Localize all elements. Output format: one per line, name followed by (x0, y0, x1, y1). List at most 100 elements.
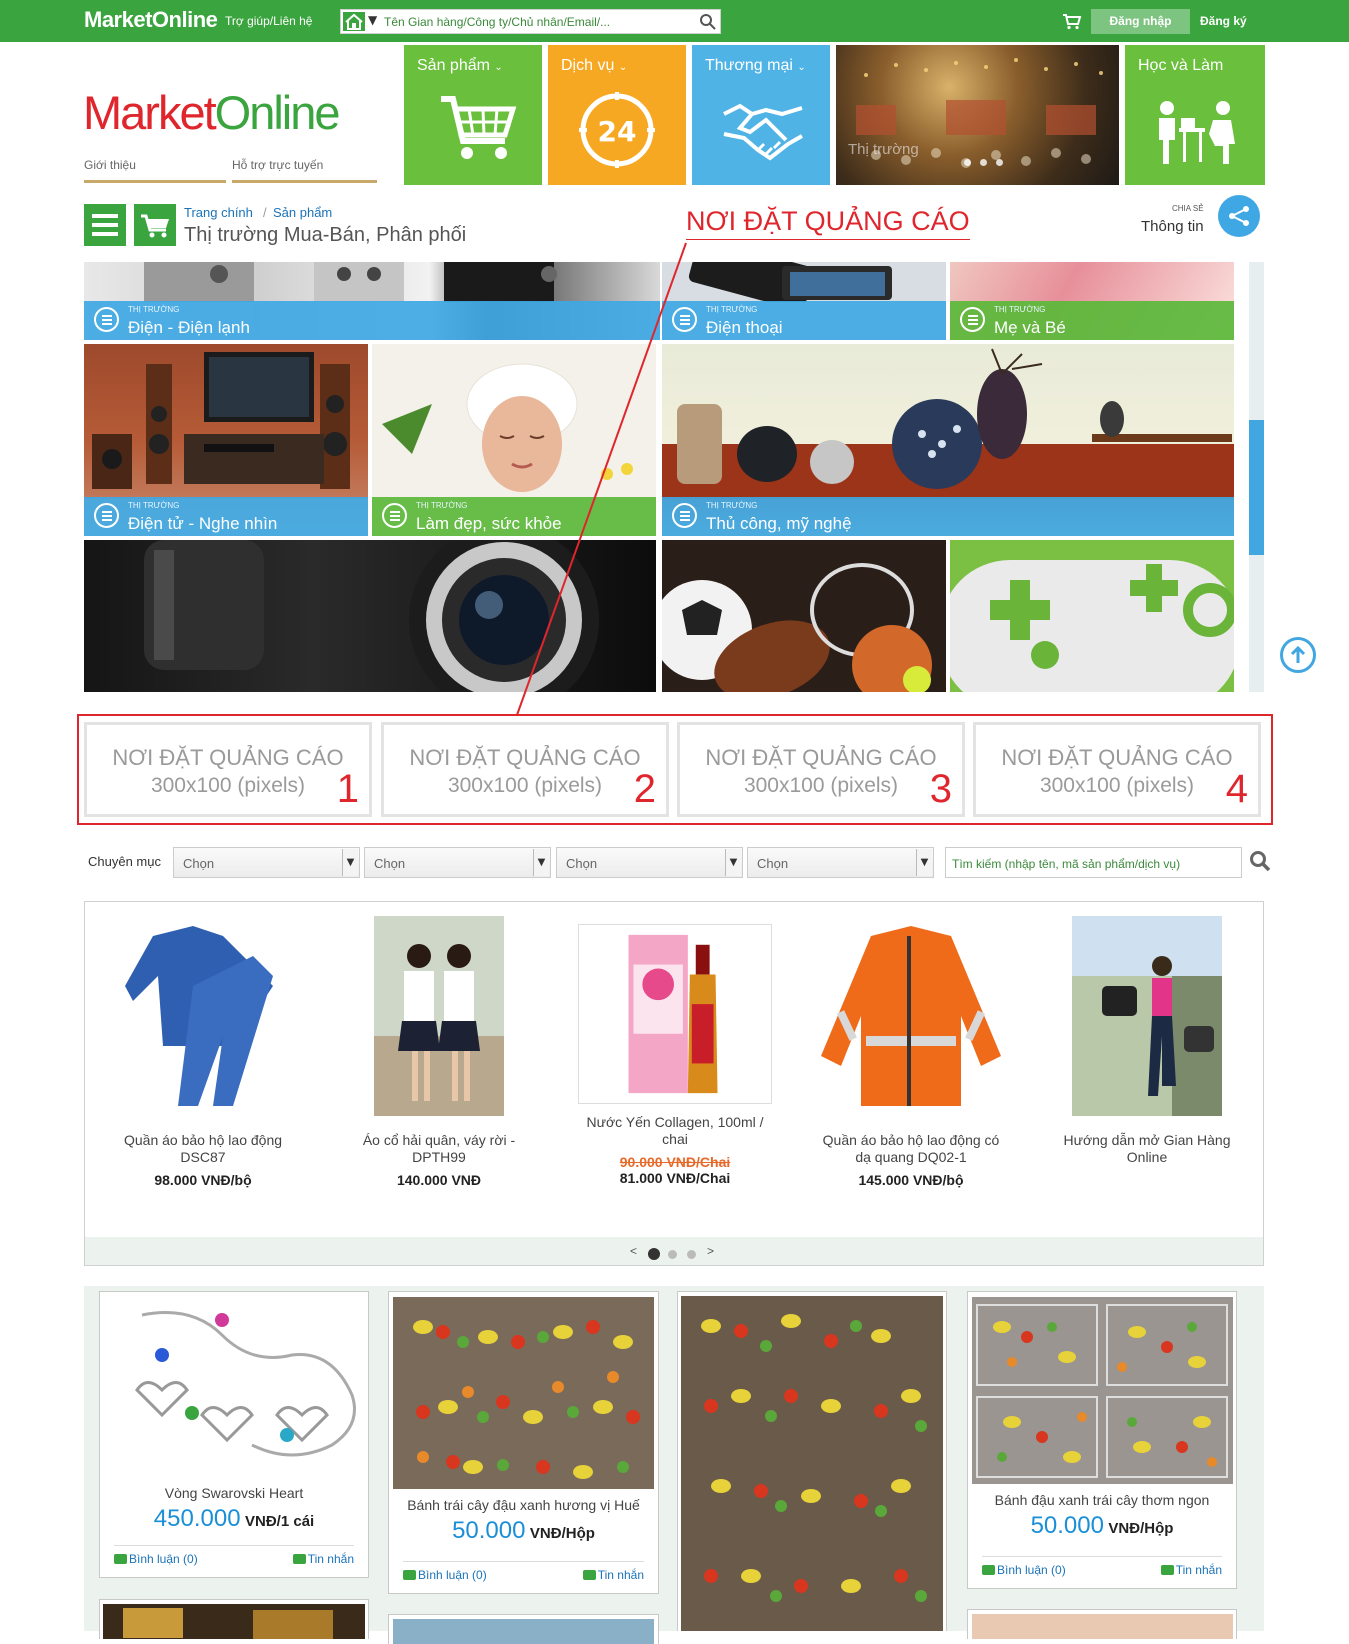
product-image (393, 1297, 654, 1489)
product-image (393, 1619, 654, 1644)
tile-learn-work[interactable]: Học và Làm (1125, 45, 1265, 185)
product-image (971, 1614, 1233, 1639)
slide-dot[interactable] (980, 159, 987, 166)
top-search-input[interactable]: ▼ Tên Gian hàng/Công ty/Chủ nhân/Email/.… (340, 9, 721, 34)
share-button[interactable] (1218, 195, 1260, 237)
site-logo[interactable]: MarketOnline (83, 85, 341, 140)
cart-section-button[interactable] (134, 204, 176, 246)
product-name: Hướng dẫn mở Gian Hàng Online (1063, 1132, 1231, 1165)
comment-link[interactable]: Bình luận (0) (982, 1563, 1066, 1577)
slide-dot[interactable] (996, 159, 1003, 166)
market-icon (382, 503, 407, 528)
featured-product[interactable]: Quần áo bảo hộ lao động DSC87 98.000 VNĐ… (85, 902, 321, 1188)
tile-services[interactable]: Dịch vụ ⌄ 24 (548, 45, 686, 185)
ad-slot-4[interactable]: NƠI ĐẶT QUẢNG CÁO 300x100 (pixels) 4 (973, 722, 1261, 817)
market-tile-sports[interactable] (662, 540, 946, 692)
product-name: Nước Yến Collagen, 100ml / chai (586, 1114, 764, 1147)
market-name: Điện - Điện lạnh (128, 318, 250, 337)
carousel-dot[interactable] (668, 1250, 677, 1259)
arrow-up-icon (1290, 646, 1306, 663)
featured-product[interactable]: Nước Yến Collagen, 100ml / chai 90.000 V… (557, 902, 793, 1186)
message-link[interactable]: Tin nhắn (582, 1568, 644, 1582)
message-link[interactable]: Tin nhắn (1160, 1563, 1222, 1577)
featured-product[interactable]: Quần áo bảo hộ lao động có dạ quang DQ02… (793, 902, 1029, 1188)
carousel-prev-button[interactable]: < (630, 1244, 637, 1258)
market-tile-appliances[interactable]: THỊ TRƯỜNG Điện - Điện lạnh (84, 262, 660, 340)
carousel-dot[interactable] (687, 1250, 696, 1259)
product-card[interactable] (99, 1599, 369, 1639)
select-value: Chọn (757, 856, 789, 871)
tile-market-label: Thị trường (848, 141, 919, 158)
comment-link[interactable]: Bình luận (0) (114, 1552, 198, 1566)
search-icon[interactable] (699, 13, 716, 30)
market-tile-handicrafts[interactable]: THỊ TRƯỜNG Thủ công, mỹ nghệ (662, 344, 1234, 536)
menu-button[interactable] (84, 204, 126, 246)
featured-product[interactable]: Hướng dẫn mở Gian Hàng Online (1029, 902, 1265, 1166)
product-search-input[interactable]: Tìm kiếm (nhập tên, mã sản phẩm/dịch vụ) (945, 847, 1242, 878)
market-name: Điện tử - Nghe nhìn (128, 514, 278, 533)
market-icon (672, 307, 697, 332)
market-tile-phones[interactable]: THỊ TRƯỜNG Điện thoại (662, 262, 946, 340)
brand-logo-text[interactable]: MarketOnline (84, 7, 218, 33)
product-image (102, 1295, 366, 1477)
product-price: 81.000 VNĐ/Chai (619, 1170, 731, 1186)
slide-dot[interactable] (964, 159, 971, 166)
login-button[interactable]: Đăng nhập (1091, 9, 1190, 34)
tile-services-label: Dịch vụ ⌄ (561, 57, 628, 74)
category-select-3[interactable]: Chọn ▼ (556, 847, 743, 878)
comment-link[interactable]: Bình luận (0) (403, 1568, 487, 1582)
product-card[interactable] (388, 1614, 659, 1644)
handshake-icon (723, 103, 803, 161)
ad-slot-2[interactable]: NƠI ĐẶT QUẢNG CÁO 300x100 (pixels) 2 (381, 722, 669, 817)
comment-icon (982, 1565, 995, 1575)
register-link[interactable]: Đăng ký (1200, 14, 1247, 28)
cart-icon[interactable] (1062, 13, 1082, 30)
breadcrumb-home[interactable]: Trang chính (184, 205, 253, 220)
electronics-photo (84, 344, 368, 499)
market-scrollbar-thumb[interactable] (1249, 420, 1264, 555)
product-card[interactable] (967, 1609, 1237, 1639)
market-prefix: THỊ TRƯỜNG (416, 501, 468, 510)
about-link[interactable]: Giới thiệu (84, 158, 226, 183)
help-contact-link[interactable]: Trợ giúp/Liên hệ (225, 14, 312, 28)
product-price-value: 50.000 (1030, 1512, 1104, 1539)
market-name: Mẹ và Bé (994, 318, 1066, 337)
ad-slot-1[interactable]: NƠI ĐẶT QUẢNG CÁO 300x100 (pixels) 1 (84, 722, 372, 817)
breadcrumb-products[interactable]: Sản phẩm (273, 205, 332, 220)
share-caption: CHIA SẺ (1172, 204, 1204, 213)
product-card[interactable]: Vòng Swarovski Heart 450.000 VNĐ/1 cái B… (99, 1291, 369, 1578)
back-to-top-button[interactable] (1280, 637, 1316, 673)
market-tile-beauty[interactable]: THỊ TRƯỜNG Làm đẹp, sức khỏe (372, 344, 656, 536)
chevron-down-icon: ▼ (533, 849, 549, 876)
tile-market-photo[interactable]: Thị trường (836, 45, 1119, 185)
category-select-2[interactable]: Chọn ▼ (364, 847, 551, 878)
clock-24-text: 24 (598, 115, 637, 148)
product-card[interactable]: Bánh đậu xanh trái cây thơm ngon 50.000 … (967, 1291, 1237, 1589)
carousel-next-button[interactable]: > (707, 1244, 714, 1258)
product-card[interactable] (677, 1291, 947, 1631)
tile-products[interactable]: Sản phẩm ⌄ (404, 45, 542, 185)
market-name: Thủ công, mỹ nghệ (706, 514, 852, 533)
scope-dropdown-caret[interactable]: ▼ (368, 13, 377, 27)
page-title: Thị trường Mua-Bán, Phân phối (184, 224, 467, 246)
featured-product[interactable]: Áo cổ hải quân, váy rời - DPTH99 140.000… (321, 902, 557, 1188)
market-tile-games[interactable] (950, 540, 1234, 692)
logo-online-text: Online (214, 86, 341, 139)
product-image (374, 916, 504, 1116)
ad-slot-3[interactable]: NƠI ĐẶT QUẢNG CÁO 300x100 (pixels) 3 (677, 722, 965, 817)
product-image (1072, 916, 1222, 1116)
search-icon[interactable] (1249, 850, 1271, 872)
carousel-dot-active[interactable] (648, 1248, 660, 1260)
select-value: Chọn (566, 856, 598, 871)
market-tile-mother-baby[interactable]: THỊ TRƯỜNG Mẹ và Bé (950, 262, 1234, 340)
tile-commerce[interactable]: Thương mại ⌄ (692, 45, 830, 185)
breadcrumb-separator: / (263, 205, 267, 220)
product-search-placeholder: Tìm kiếm (nhập tên, mã sản phẩm/dịch vụ) (952, 857, 1181, 871)
online-support-link[interactable]: Hỗ trợ trực tuyến (232, 158, 377, 183)
category-select-4[interactable]: Chọn ▼ (747, 847, 934, 878)
market-tile-electronics[interactable]: THỊ TRƯỜNG Điện tử - Nghe nhìn (84, 344, 368, 536)
product-card[interactable]: Bánh trái cây đậu xanh hương vị Huế 50.0… (388, 1291, 659, 1594)
message-link[interactable]: Tin nhắn (292, 1552, 354, 1566)
category-select-1[interactable]: Chọn ▼ (173, 847, 360, 878)
market-tile-cameras[interactable] (84, 540, 656, 692)
